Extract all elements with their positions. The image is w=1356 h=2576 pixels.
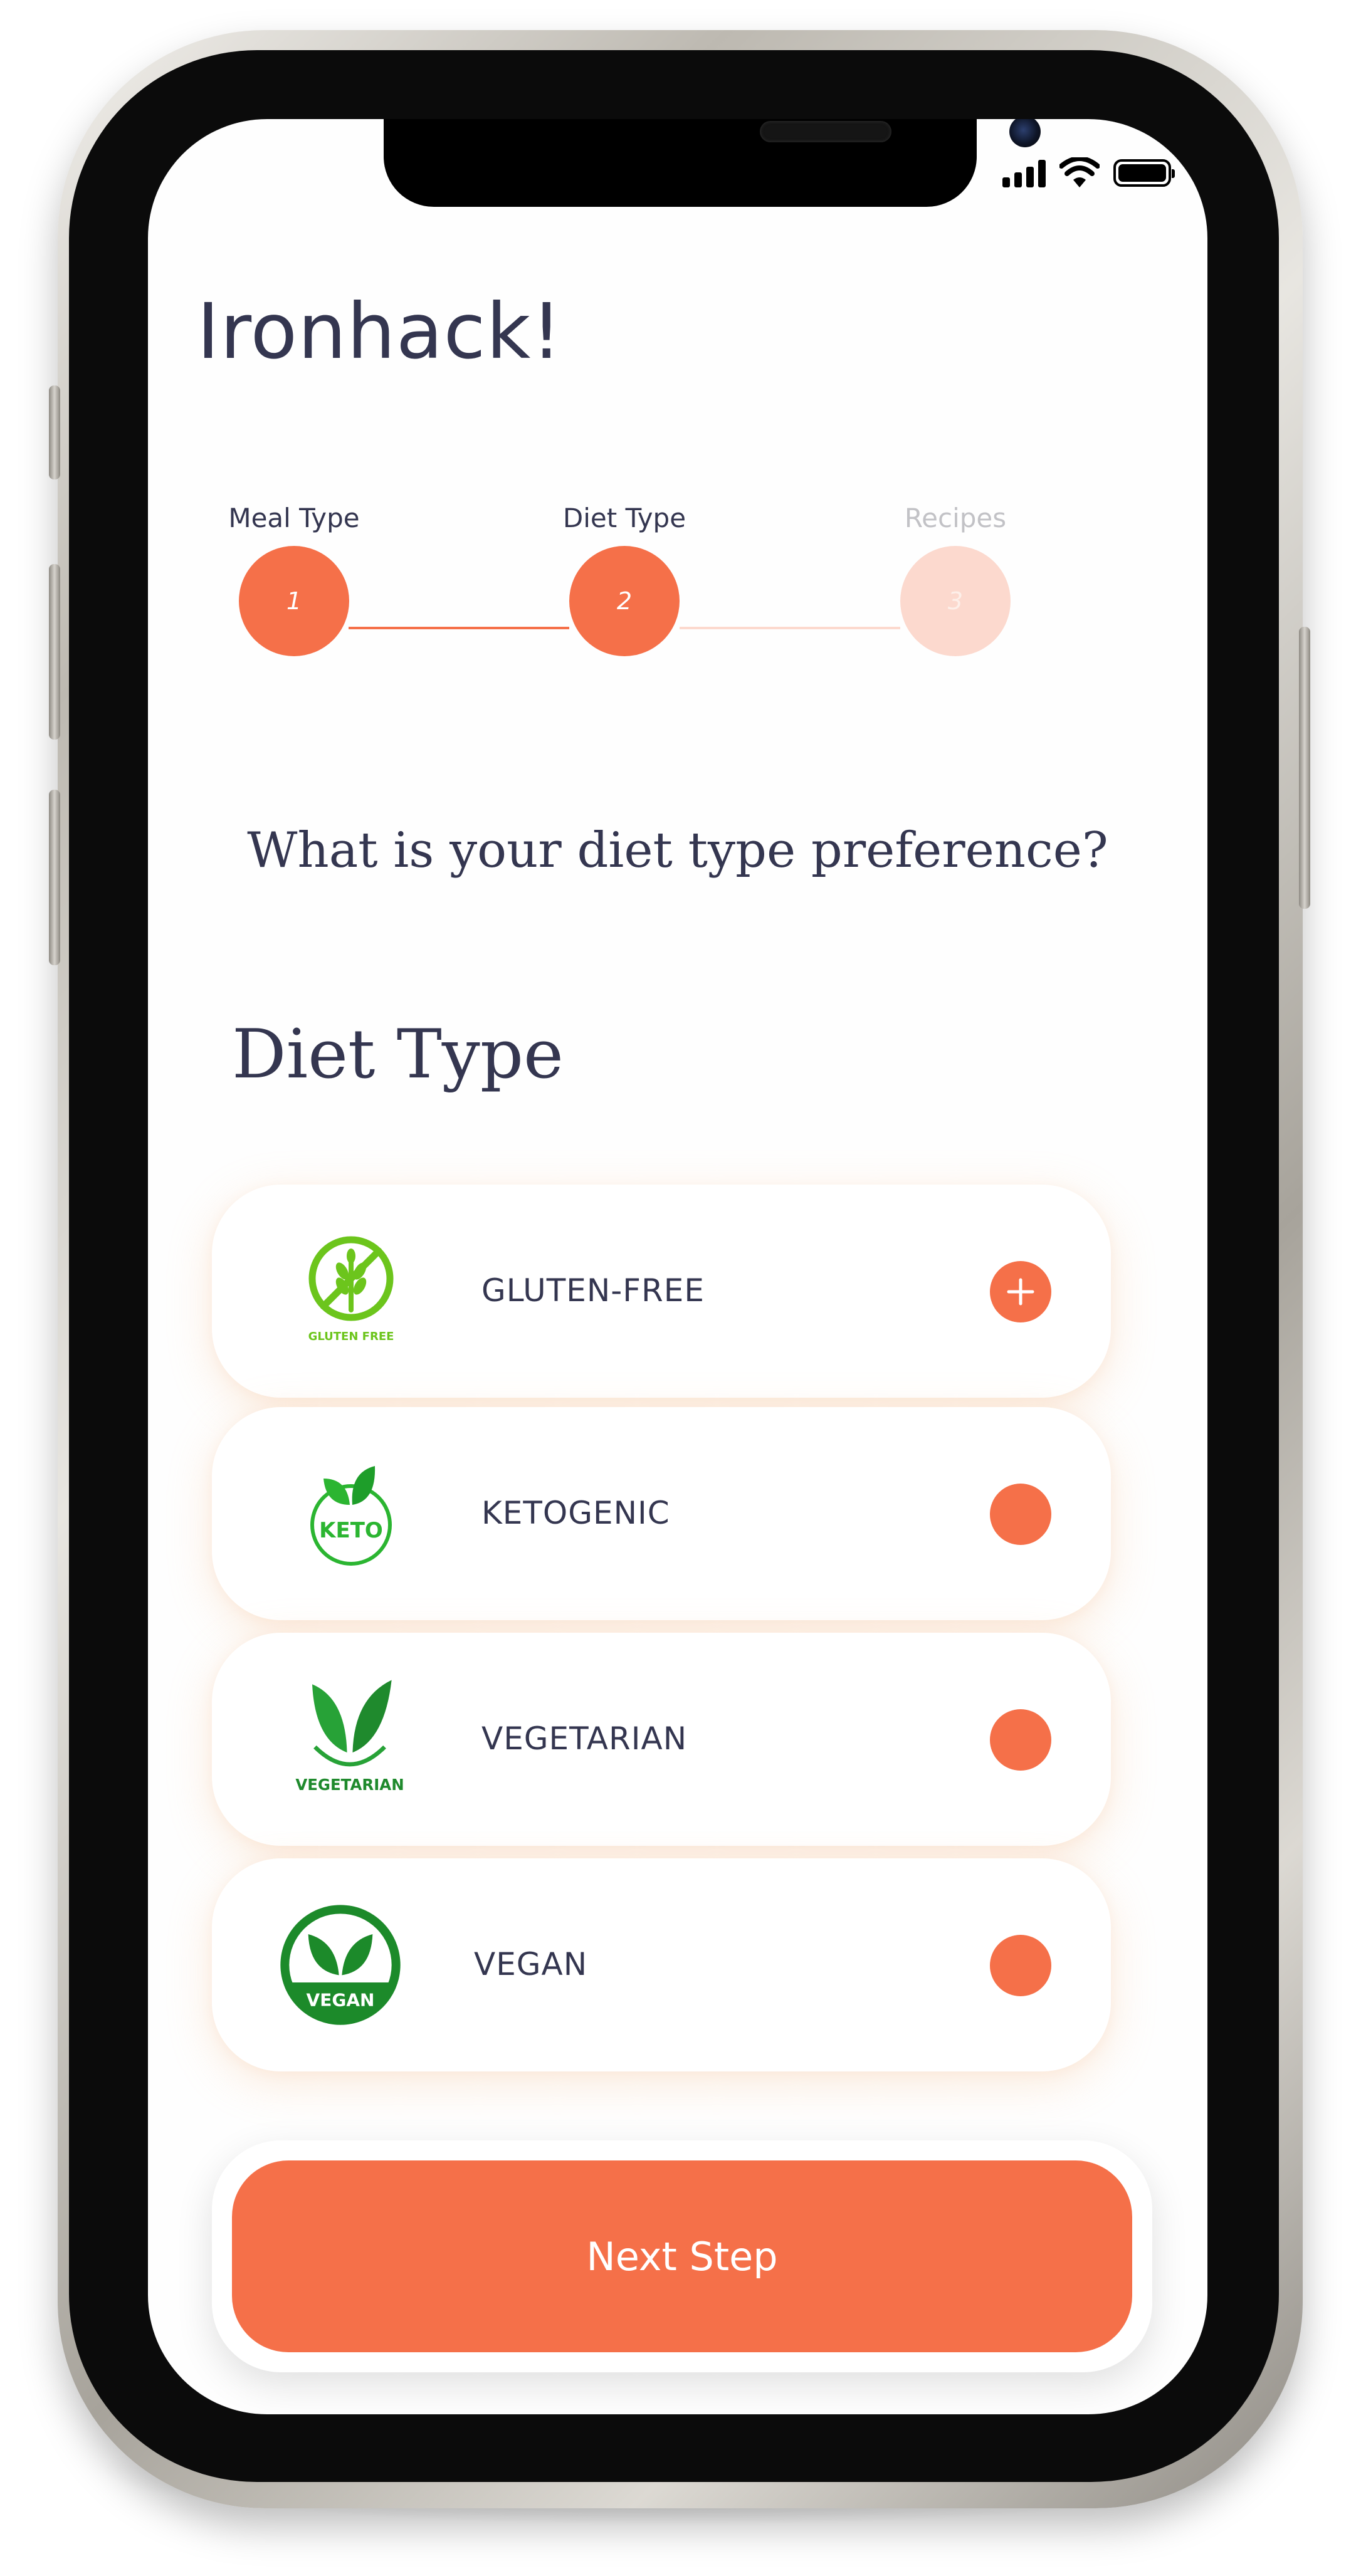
volume-up-button <box>49 564 60 740</box>
diet-option-label: KETOGENIC <box>481 1495 670 1531</box>
power-button <box>1299 627 1310 909</box>
battery-icon <box>1113 159 1175 187</box>
diet-option-vegan[interactable]: VEGAN VEGAN <box>212 1858 1111 2071</box>
diet-option-label: GLUTEN-FREE <box>481 1272 705 1309</box>
select-toggle[interactable] <box>990 1484 1051 1545</box>
gluten-free-icon: GLUTEN FREE <box>308 1236 394 1343</box>
next-step-container: Next Step <box>212 2140 1152 2372</box>
diet-option-label: VEGAN <box>474 1946 588 1982</box>
diet-option-gluten-free[interactable]: GLUTEN FREE GLUTEN-FREE <box>212 1185 1111 1398</box>
step-meal-type[interactable]: Meal Type 1 <box>216 503 372 656</box>
step-label: Diet Type <box>562 503 686 533</box>
plus-icon <box>1007 1278 1034 1306</box>
speaker-grille <box>760 121 891 142</box>
camera-icon <box>1009 119 1041 147</box>
next-step-button[interactable]: Next Step <box>232 2160 1132 2352</box>
step-diet-type[interactable]: Diet Type 2 <box>546 503 703 656</box>
step-label: Recipes <box>904 503 1007 533</box>
silent-switch <box>49 385 60 479</box>
svg-text:VEGAN: VEGAN <box>307 1989 375 2010</box>
vegan-icon: VEGAN <box>280 1905 401 2025</box>
diet-option-vegetarian[interactable]: VEGETARIAN VEGETARIAN <box>212 1633 1111 1846</box>
section-title: Diet Type <box>232 1015 564 1094</box>
step-number: 1 <box>239 546 349 656</box>
volume-down-button <box>49 790 60 965</box>
vegetarian-icon: VEGETARIAN <box>295 1680 404 1794</box>
cellular-signal-icon <box>1002 159 1046 187</box>
svg-text:VEGETARIAN: VEGETARIAN <box>295 1776 404 1794</box>
step-label: Meal Type <box>228 503 360 533</box>
step-connector-1-2 <box>349 627 569 629</box>
select-toggle[interactable] <box>990 1935 1051 1996</box>
status-bar <box>1002 157 1175 189</box>
step-number: 2 <box>569 546 680 656</box>
phone-screen: Ironhack! Meal Type 1 Diet Type 2 Recipe… <box>148 119 1207 2414</box>
app-title: Ironhack! <box>197 287 563 376</box>
add-button[interactable] <box>990 1261 1051 1322</box>
step-number: 3 <box>900 546 1011 656</box>
select-toggle[interactable] <box>990 1709 1051 1771</box>
step-indicator: Meal Type 1 Diet Type 2 Recipes 3 <box>148 503 1207 656</box>
step-recipes[interactable]: Recipes 3 <box>877 503 1034 656</box>
keto-icon: KETO <box>310 1466 392 1566</box>
notch <box>384 119 1041 207</box>
wifi-icon <box>1059 157 1100 187</box>
diet-option-label: VEGETARIAN <box>481 1720 688 1757</box>
question-heading: What is your diet type preference? <box>247 822 1108 879</box>
svg-text:KETO: KETO <box>319 1518 383 1543</box>
diet-option-ketogenic[interactable]: KETO KETOGENIC <box>212 1407 1111 1620</box>
step-connector-2-3 <box>680 627 900 629</box>
svg-text:GLUTEN FREE: GLUTEN FREE <box>308 1330 394 1343</box>
